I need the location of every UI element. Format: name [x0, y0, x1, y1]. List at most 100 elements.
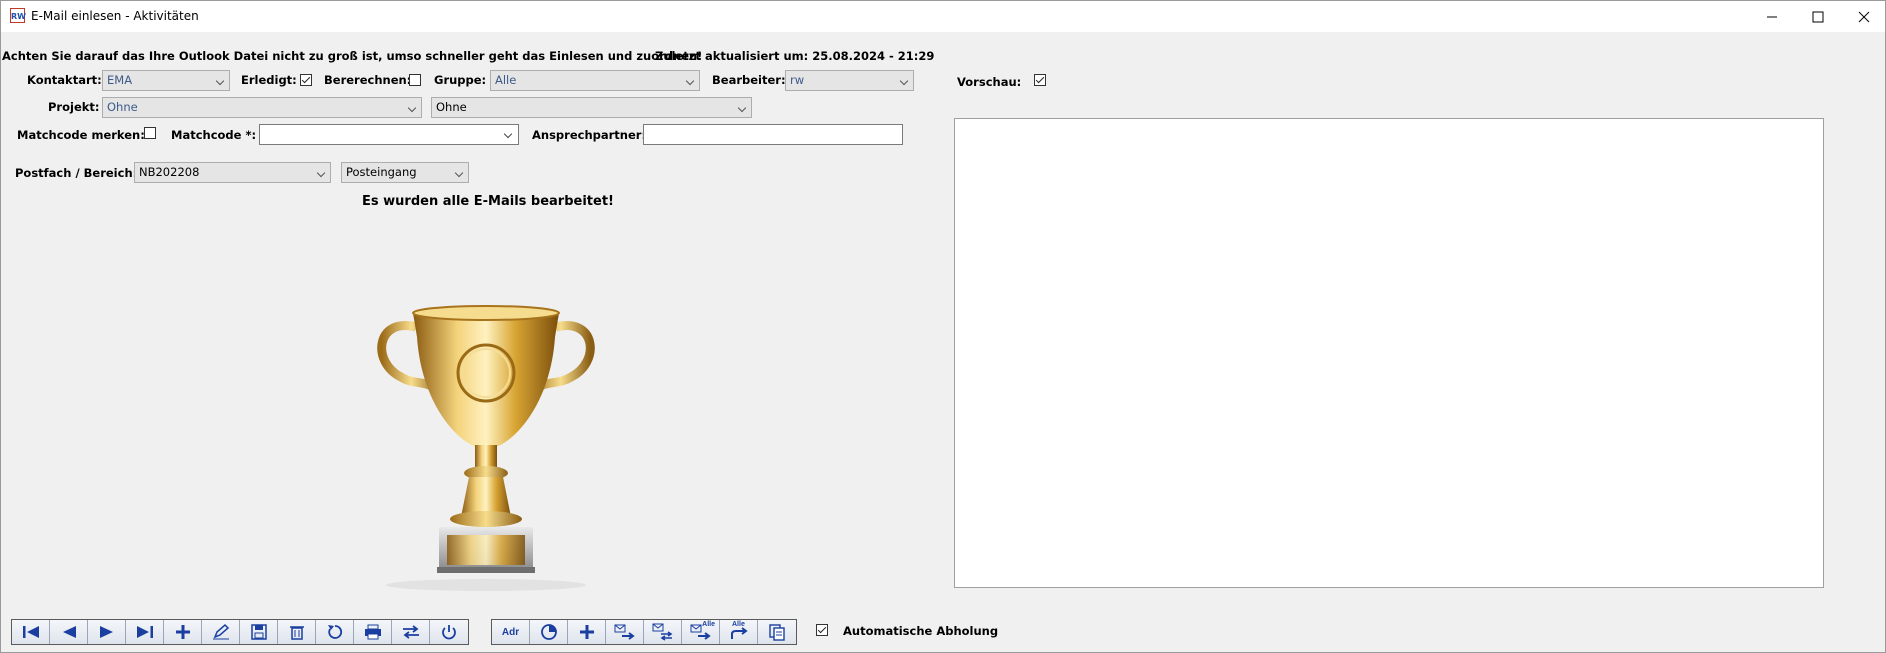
print-icon — [364, 624, 381, 640]
main-content: Achten Sie darauf das Ihre Outlook Datei… — [1, 32, 1885, 610]
postfach-label: Postfach / Bereich: — [15, 166, 138, 180]
chevron-down-icon — [454, 168, 464, 178]
app-icon: RW — [10, 8, 26, 23]
undo-button[interactable] — [316, 620, 354, 644]
edit-record-button[interactable] — [202, 620, 240, 644]
preview-pane[interactable] — [954, 118, 1824, 588]
action-toolbar-group: Adr Alle Alle — [491, 619, 797, 645]
chevron-down-icon — [685, 76, 695, 86]
chevron-down-icon — [215, 76, 225, 86]
alle-badge: Alle — [702, 621, 715, 628]
chart-icon — [540, 624, 557, 640]
chevron-down-icon — [316, 168, 326, 178]
status-message: Es wurden alle E-Mails bearbeitet! — [362, 194, 614, 209]
add-icon — [175, 625, 190, 639]
delete-icon — [289, 626, 304, 640]
swap-icon — [402, 625, 419, 639]
bererechnen-checkbox[interactable] — [409, 74, 421, 86]
auto-fetch-label: Automatische Abholung — [843, 624, 999, 638]
projekt-label: Projekt: — [48, 100, 100, 114]
copy-button[interactable] — [758, 620, 796, 644]
navigation-toolbar-group — [11, 619, 469, 645]
first-icon — [22, 626, 39, 638]
exit-button[interactable] — [430, 620, 468, 644]
vorschau-label: Vorschau: — [957, 75, 1022, 89]
chevron-down-icon — [407, 103, 417, 113]
gruppe-combo[interactable]: Alle — [490, 70, 700, 91]
projekt-value: Ohne — [107, 100, 138, 114]
add-record-button[interactable] — [164, 620, 202, 644]
print-button[interactable] — [354, 620, 392, 644]
delete-record-button[interactable] — [278, 620, 316, 644]
close-icon — [1858, 11, 1870, 22]
gruppe-value: Alle — [495, 73, 517, 87]
save-icon — [250, 624, 267, 640]
bearbeiter-combo[interactable]: rw — [785, 70, 914, 91]
matchcode-merken-checkbox[interactable] — [144, 127, 156, 139]
postfach-combo[interactable]: NB202208 — [134, 162, 331, 183]
trophy-icon — [377, 305, 595, 591]
postfach-value: NB202208 — [139, 165, 200, 179]
mail-forward-button[interactable] — [606, 620, 644, 644]
next-icon — [99, 626, 113, 638]
window-title: E-Mail einlesen - Aktivitäten — [31, 9, 199, 23]
auto-fetch-checkbox[interactable] — [816, 624, 828, 636]
chart-button[interactable] — [530, 620, 568, 644]
projekt-combo[interactable]: Ohne — [102, 97, 422, 118]
mail-swap-icon — [652, 623, 672, 641]
erledigt-checkbox[interactable] — [300, 74, 312, 86]
close-button[interactable] — [1841, 1, 1886, 32]
minimize-button[interactable] — [1749, 1, 1795, 32]
matchcode-label: Matchcode *: — [171, 128, 257, 142]
chevron-down-icon — [737, 103, 747, 113]
gruppe-label: Gruppe: — [434, 73, 487, 87]
address-icon: Adr — [501, 626, 520, 638]
bererechnen-label: Bererechnen: — [324, 73, 412, 87]
projekt-sub-combo[interactable]: Ohne — [431, 97, 752, 118]
vorschau-checkbox[interactable] — [1034, 74, 1046, 86]
matchcode-field[interactable] — [259, 124, 519, 145]
ansprechpartner-label: Ansprechpartner: — [532, 128, 647, 142]
bereich-value: Posteingang — [346, 165, 417, 179]
projekt-sub-value: Ohne — [436, 100, 467, 114]
next-record-button[interactable] — [88, 620, 126, 644]
chevron-down-icon — [899, 76, 909, 86]
outlook-size-warning: Achten Sie darauf das Ihre Outlook Datei… — [2, 49, 703, 63]
minimize-icon — [1767, 16, 1777, 17]
erledigt-label: Erledigt: — [241, 73, 297, 87]
previous-icon — [62, 626, 76, 638]
bereich-combo[interactable]: Posteingang — [341, 162, 469, 183]
first-record-button[interactable] — [12, 620, 50, 644]
save-record-button[interactable] — [240, 620, 278, 644]
maximize-icon — [1812, 11, 1824, 22]
last-updated: Zuletzt aktualisiert um: 25.08.2024 - 21… — [655, 49, 935, 63]
bottom-toolbar: Adr Alle Alle Automatische Abholung — [1, 610, 1885, 652]
chevron-down-icon — [503, 129, 513, 139]
app-window: RW E-Mail einlesen - Aktivitäten Achten … — [0, 0, 1886, 653]
ansprechpartner-field[interactable] — [643, 124, 903, 145]
power-icon — [442, 625, 456, 640]
previous-record-button[interactable] — [50, 620, 88, 644]
add-mail-button[interactable] — [568, 620, 606, 644]
kontaktart-label: Kontaktart: — [27, 73, 102, 87]
maximize-button[interactable] — [1795, 1, 1841, 32]
swap-button[interactable] — [392, 620, 430, 644]
last-icon — [136, 626, 153, 638]
alle-badge: Alle — [732, 621, 745, 628]
add-icon — [579, 625, 594, 639]
bearbeiter-value: rw — [790, 73, 805, 87]
title-bar: RW E-Mail einlesen - Aktivitäten — [1, 1, 1885, 32]
kontaktart-value: EMA — [107, 73, 133, 87]
bearbeiter-label: Bearbeiter: — [712, 73, 786, 87]
mail-forward-icon — [614, 624, 635, 640]
address-button[interactable]: Adr — [492, 620, 530, 644]
forward-all-button[interactable]: Alle — [720, 620, 758, 644]
matchcode-merken-label: Matchcode merken: — [17, 128, 145, 142]
last-record-button[interactable] — [126, 620, 164, 644]
kontaktart-combo[interactable]: EMA — [102, 70, 230, 91]
mail-forward-all-button[interactable]: Alle — [682, 620, 720, 644]
mail-swap-button[interactable] — [644, 620, 682, 644]
edit-icon — [212, 623, 229, 640]
undo-icon — [327, 625, 342, 639]
copy-icon — [769, 624, 785, 641]
